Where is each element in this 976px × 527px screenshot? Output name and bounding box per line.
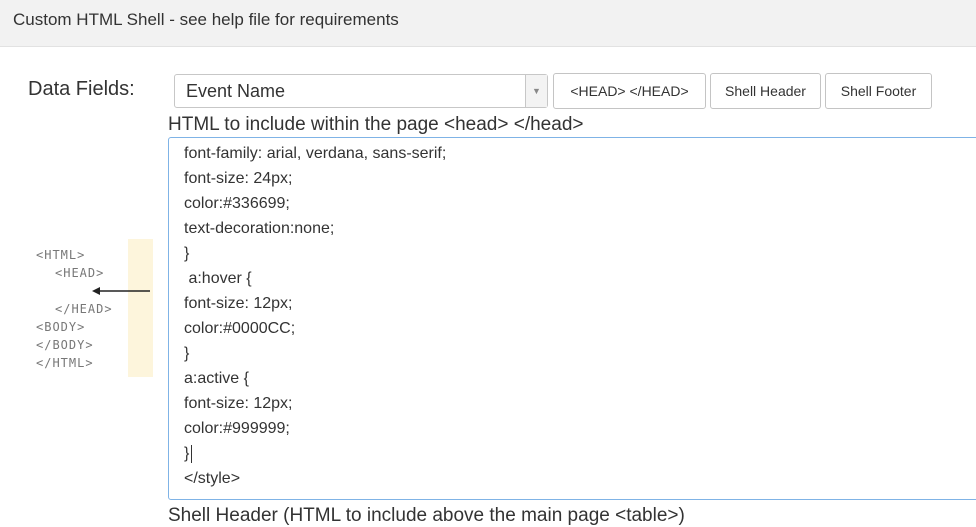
diagram-head-close: </HEAD> xyxy=(55,302,113,316)
shell-header-section-label: Shell Header (HTML to include above the … xyxy=(168,505,685,526)
code-line: color:#0000CC; xyxy=(184,320,296,337)
code-line: } xyxy=(184,345,190,362)
chevron-down-icon[interactable]: ▼ xyxy=(525,75,547,107)
data-fields-select[interactable]: Event Name ▼ xyxy=(174,74,548,108)
code-line: font-size: 24px; xyxy=(184,170,293,187)
code-line: a:hover { xyxy=(184,270,252,287)
code-line: font-size: 12px; xyxy=(184,395,293,412)
code-line: font-family: arial, verdana, sans-serif; xyxy=(184,145,447,162)
diagram-head-open: <HEAD> xyxy=(55,266,105,280)
code-line: color:#336699; xyxy=(184,195,290,212)
shell-footer-button[interactable]: Shell Footer xyxy=(825,73,932,109)
head-highlight-bar xyxy=(128,239,153,377)
data-fields-select-value: Event Name xyxy=(186,81,286,101)
code-line: color:#999999; xyxy=(184,420,290,437)
code-line: font-size: 12px; xyxy=(184,295,293,312)
head-section-label: HTML to include within the page <head> <… xyxy=(168,114,584,135)
diagram-body-close: </BODY> xyxy=(36,338,94,352)
page-title: Custom HTML Shell - see help file for re… xyxy=(13,10,399,29)
diagram-body-open: <BODY> xyxy=(36,320,86,334)
code-line: a:active { xyxy=(184,370,249,387)
head-tags-button[interactable]: <HEAD> </HEAD> xyxy=(553,73,706,109)
code-line: } xyxy=(184,445,190,462)
text-caret xyxy=(191,445,192,463)
shell-header-button[interactable]: Shell Header xyxy=(710,73,821,109)
head-html-textarea[interactable]: font-family: arial, verdana, sans-serif;… xyxy=(168,137,976,500)
title-bar: Custom HTML Shell - see help file for re… xyxy=(0,0,976,47)
arrow-left-icon xyxy=(92,287,150,295)
diagram-html-close: </HTML> xyxy=(36,356,94,370)
code-line: text-decoration:none; xyxy=(184,220,335,237)
code-line: } xyxy=(184,245,190,262)
diagram-html-open: <HTML> xyxy=(36,248,86,262)
code-line: </style> xyxy=(184,470,241,487)
data-fields-label: Data Fields: xyxy=(28,78,135,100)
